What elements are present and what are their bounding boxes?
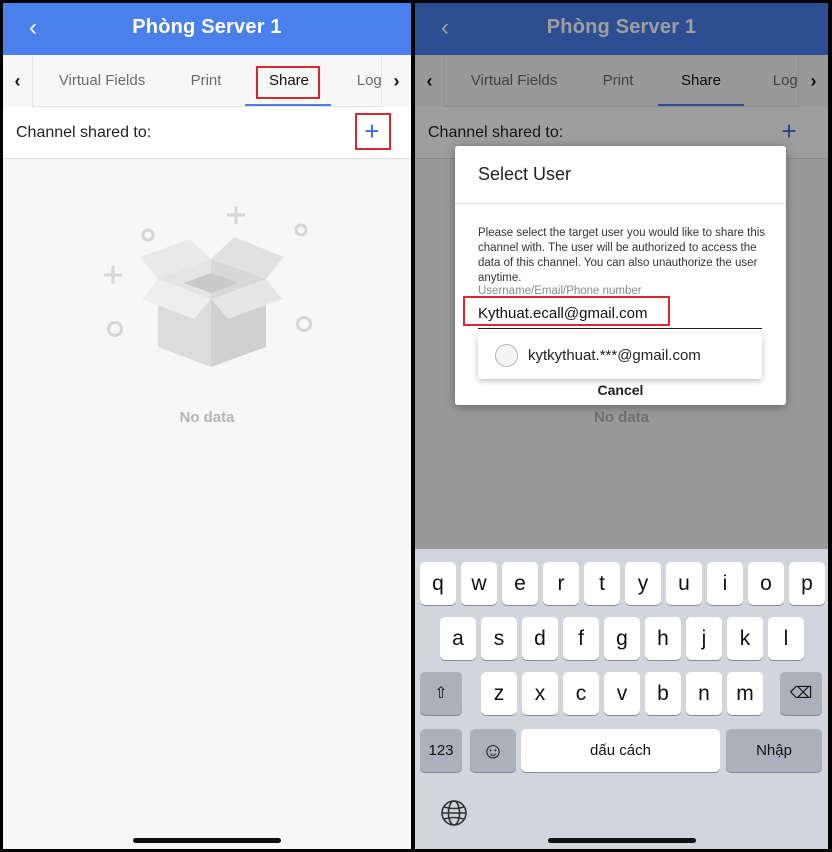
return-key[interactable]: Nhập xyxy=(726,729,822,772)
key-v[interactable]: v xyxy=(604,672,640,715)
key-g[interactable]: g xyxy=(604,617,640,660)
key-x[interactable]: x xyxy=(522,672,558,715)
numbers-key[interactable]: 123 xyxy=(420,729,462,772)
key-w[interactable]: w xyxy=(461,562,497,605)
empty-box-icon xyxy=(104,206,312,367)
key-q[interactable]: q xyxy=(420,562,456,605)
tab-bar: Virtual Fields Print Share Logs ‹ › xyxy=(3,55,411,107)
dialog-message: Please select the target user you would … xyxy=(478,227,766,284)
empty-state: No data xyxy=(3,159,411,439)
key-o[interactable]: o xyxy=(748,562,784,605)
key-b[interactable]: b xyxy=(645,672,681,715)
phone-screen-left: ‹ Phòng Server 1 Virtual Fields Print Sh… xyxy=(3,3,411,849)
tab-scroll-right-icon[interactable]: › xyxy=(381,55,411,107)
key-e[interactable]: e xyxy=(502,562,538,605)
key-p[interactable]: p xyxy=(789,562,825,605)
add-user-button[interactable]: + xyxy=(357,117,387,147)
key-f[interactable]: f xyxy=(563,617,599,660)
key-j[interactable]: j xyxy=(686,617,722,660)
key-i[interactable]: i xyxy=(707,562,743,605)
key-y[interactable]: y xyxy=(625,562,661,605)
tab-scroll-left-icon[interactable]: ‹ xyxy=(3,55,33,107)
key-s[interactable]: s xyxy=(481,617,517,660)
key-c[interactable]: c xyxy=(563,672,599,715)
key-d[interactable]: d xyxy=(522,617,558,660)
globe-icon[interactable] xyxy=(440,799,468,827)
key-m[interactable]: m xyxy=(727,672,763,715)
user-search-input[interactable] xyxy=(478,299,762,329)
cancel-button[interactable]: Cancel xyxy=(455,382,786,398)
home-indicator xyxy=(547,838,696,843)
active-tab-indicator xyxy=(245,104,331,106)
backspace-key[interactable]: ⌫ xyxy=(780,672,822,715)
tab-virtual-fields[interactable]: Virtual Fields xyxy=(37,55,167,107)
emoji-key[interactable]: ☺ xyxy=(470,729,516,772)
space-key[interactable]: dấu cách xyxy=(521,729,720,772)
channel-shared-row: Channel shared to: + xyxy=(3,107,411,159)
suggestion-radio[interactable] xyxy=(495,344,518,367)
key-k[interactable]: k xyxy=(727,617,763,660)
key-u[interactable]: u xyxy=(666,562,702,605)
shift-key[interactable]: ⇧ xyxy=(420,672,462,715)
key-n[interactable]: n xyxy=(686,672,722,715)
key-h[interactable]: h xyxy=(645,617,681,660)
key-l[interactable]: l xyxy=(768,617,804,660)
page-title: Phòng Server 1 xyxy=(132,16,282,38)
no-data-text: No data xyxy=(179,409,235,426)
home-indicator xyxy=(133,838,281,843)
key-t[interactable]: t xyxy=(584,562,620,605)
tab-print[interactable]: Print xyxy=(173,55,239,107)
channel-shared-label: Channel shared to: xyxy=(16,124,152,141)
tab-share[interactable]: Share xyxy=(249,55,329,107)
on-screen-keyboard: qwertyuiop asdfghjkl zxcvbnm ⇧ ⌫ 123 ☺ dấu… xyxy=(415,549,828,849)
phone-screen-right: ‹ Phòng Server 1 Virtual Fields Print Sh… xyxy=(415,3,828,849)
user-suggestion-item[interactable]: kytkythuat.***@gmail.com xyxy=(478,333,762,379)
dialog-divider xyxy=(455,203,786,204)
key-z[interactable]: z xyxy=(481,672,517,715)
user-field-label: Username/Email/Phone number xyxy=(478,285,642,297)
suggestion-email: kytkythuat.***@gmail.com xyxy=(528,347,701,364)
select-user-dialog: Select User Please select the target use… xyxy=(455,146,786,405)
screenshot-stage: ‹ Phòng Server 1 Virtual Fields Print Sh… xyxy=(0,0,832,852)
key-a[interactable]: a xyxy=(440,617,476,660)
app-bar: ‹ Phòng Server 1 xyxy=(3,3,411,55)
dialog-title: Select User xyxy=(478,164,572,184)
key-r[interactable]: r xyxy=(543,562,579,605)
